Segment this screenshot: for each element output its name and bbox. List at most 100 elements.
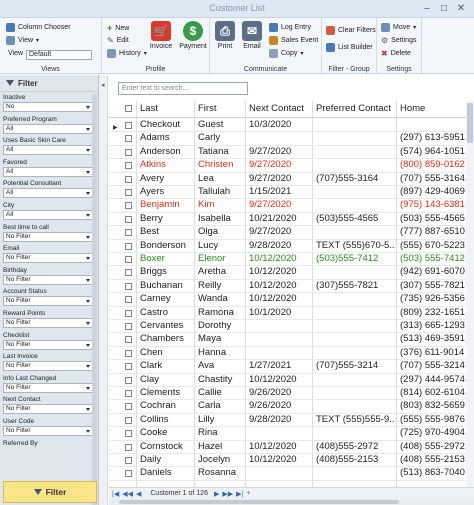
next-record-icon[interactable]: ▶	[214, 490, 219, 498]
filter-dropdown[interactable]: No Filter	[3, 361, 93, 372]
row-checkbox[interactable]	[125, 390, 132, 397]
column-header-next-contact[interactable]: Next Contact	[249, 103, 304, 114]
search-input[interactable]: Enter text to search...	[118, 82, 248, 95]
email-button[interactable]: ✉ Email	[240, 21, 264, 50]
filter-dropdown[interactable]: No Filter	[3, 425, 93, 436]
table-row[interactable]: Buchanan Reilly 10/12/2020 (307)555-7821 (30…	[109, 280, 474, 294]
filter-dropdown[interactable]: No Filter	[3, 274, 93, 285]
filter-dropdown[interactable]: No Filter	[3, 231, 93, 242]
table-row[interactable]: Bonderson Lucy 9/28/2020 TEXT (555)670-5...…	[109, 240, 474, 253]
row-checkbox[interactable]	[125, 135, 132, 143]
list-builder-button[interactable]: List Builder	[326, 43, 373, 52]
filter-dropdown[interactable]: No Filter	[3, 339, 93, 350]
invoice-button[interactable]: 🛒 Invoice	[148, 21, 174, 50]
table-row[interactable]: Daily Jocelyn 10/12/2020 (408)555-2153 (408)…	[109, 454, 474, 468]
first-record-icon[interactable]: |◀	[112, 490, 119, 498]
hscroll-thumb[interactable]	[119, 500, 399, 504]
row-checkbox[interactable]	[125, 457, 132, 464]
minimize-button[interactable]: –	[420, 2, 434, 15]
column-header-last[interactable]: Last	[140, 103, 158, 114]
filter-panel-scrollbar[interactable]	[92, 94, 97, 505]
payment-button[interactable]: $ Payment	[178, 21, 208, 50]
column-header-first[interactable]: First	[198, 103, 216, 114]
table-row[interactable]: Ayers Tallulah 1/15/2021 (897) 429-4069	[109, 186, 474, 200]
table-row[interactable]: Cochran Carla 9/26/2020 (803) 832-5659	[109, 400, 474, 414]
filter-dropdown[interactable]: No Filter	[3, 404, 93, 415]
add-record-icon[interactable]: +	[246, 490, 250, 497]
edit-button[interactable]: ✎ Edit	[107, 36, 129, 45]
clear-filters-button[interactable]: Clear Filters	[326, 26, 376, 35]
select-all-checkbox[interactable]	[125, 105, 132, 112]
next-page-icon[interactable]: ▶▶	[222, 490, 233, 498]
table-row[interactable]: Carney Wanda 10/12/2020 (735) 926-5356	[109, 293, 474, 307]
row-checkbox[interactable]	[125, 336, 132, 344]
filter-dropdown[interactable]: All	[3, 166, 93, 177]
maximize-button[interactable]: □	[437, 2, 451, 15]
prev-record-icon[interactable]: ◀	[136, 490, 141, 498]
table-row[interactable]: Berry Isabella 10/21/2020 (503)555-4565 (503…	[109, 213, 474, 227]
row-checkbox[interactable]	[125, 122, 132, 129]
row-checkbox[interactable]	[125, 202, 132, 210]
filter-dropdown[interactable]: No Filter	[3, 317, 93, 328]
table-row[interactable]: Atkins Christen 9/27/2020 (800) 859-0162	[109, 159, 474, 173]
grid-vertical-scrollbar[interactable]	[466, 101, 474, 487]
apply-filter-button[interactable]: Filter	[3, 481, 97, 503]
row-checkbox[interactable]	[125, 416, 132, 424]
table-row[interactable]: Best Olga 9/27/2020 (777) 887-6510	[109, 226, 474, 240]
copy-button[interactable]: Copy ▾	[269, 49, 303, 58]
prev-page-icon[interactable]: ◀◀	[122, 490, 133, 498]
column-chooser-button[interactable]: Column Chooser	[6, 23, 71, 32]
table-row[interactable]: Castro Ramona 10/1/2020 (809) 232-1651	[109, 307, 474, 320]
move-button[interactable]: Move ▾	[381, 23, 416, 32]
print-button[interactable]: ⎙ Print	[214, 21, 236, 50]
filter-dropdown[interactable]: All	[3, 123, 93, 134]
panel-splitter[interactable]: ◂	[99, 75, 108, 505]
row-checkbox[interactable]	[125, 349, 132, 357]
table-row[interactable]: Cornstock Hazel 10/12/2020 (408)555-2972 (40…	[109, 441, 474, 454]
table-row[interactable]: Anderson Tatiana 9/27/2020 (574) 964-1051	[109, 146, 474, 160]
table-row[interactable]: Cooke Rina (725) 970-4904	[109, 427, 474, 441]
row-checkbox[interactable]	[125, 309, 132, 317]
column-header-home[interactable]: Home	[400, 103, 425, 114]
column-header-preferred-contact[interactable]: Preferred Contact	[316, 103, 391, 114]
table-row[interactable]: Briggs Aretha 10/12/2020 (942) 691-6070	[109, 266, 474, 280]
history-button[interactable]: History ▾	[107, 49, 147, 58]
new-button[interactable]: + New	[107, 23, 129, 33]
row-checkbox[interactable]	[125, 470, 132, 478]
table-row[interactable]: Chen Hanna (376) 611-9014	[109, 347, 474, 361]
row-checkbox[interactable]	[125, 148, 132, 156]
row-checkbox[interactable]	[125, 162, 132, 170]
table-row[interactable]: Daniels Rosanna (513) 863-7040	[109, 467, 474, 481]
filter-dropdown[interactable]: No Filter	[3, 382, 93, 393]
table-row[interactable]: Cervantes Dorothy (313) 665-1293	[109, 320, 474, 334]
table-row[interactable]: Clay Chastity 10/12/2020 (297) 444-9574	[109, 374, 474, 387]
row-checkbox[interactable]	[125, 215, 132, 223]
settings-button[interactable]: ⚙ Settings	[381, 36, 416, 45]
table-row[interactable]: Boxer Elenor 10/12/2020 (503)555-7412 (503) …	[109, 253, 474, 267]
sales-event-button[interactable]: Sales Event	[269, 36, 318, 45]
table-row[interactable]: Clements Callie 9/26/2020 (814) 602-6104	[109, 387, 474, 401]
scroll-thumb[interactable]	[467, 103, 473, 143]
row-checkbox[interactable]	[125, 296, 132, 304]
grid-horizontal-scrollbar[interactable]	[109, 499, 474, 505]
view-menu-button[interactable]: View ▾	[6, 36, 39, 45]
filter-dropdown[interactable]: All	[3, 145, 93, 156]
filter-dropdown[interactable]: No Filter	[3, 296, 93, 307]
table-row[interactable]: Benjamin Kim 9/27/2020 (975) 143-6381	[109, 199, 474, 213]
last-record-icon[interactable]: ▶|	[236, 490, 243, 498]
row-checkbox[interactable]	[125, 376, 132, 384]
delete-button[interactable]: ✖ Delete	[381, 49, 411, 58]
row-checkbox[interactable]	[125, 175, 132, 183]
filter-dropdown[interactable]: All	[3, 209, 93, 220]
row-checkbox[interactable]	[125, 229, 132, 237]
row-checkbox[interactable]	[125, 256, 132, 263]
close-button[interactable]: ✕	[454, 2, 468, 15]
table-row[interactable]: Avery Lea 9/27/2020 (707)555-3164 (707) 555-…	[109, 173, 474, 186]
row-checkbox[interactable]	[125, 323, 132, 330]
table-row[interactable]: Clark Ava 1/27/2021 (707)555-3214 (707) 555-…	[109, 360, 474, 374]
view-selector[interactable]: Default	[26, 50, 92, 60]
log-entry-button[interactable]: Log Entry	[269, 23, 311, 32]
filter-dropdown[interactable]: All	[3, 188, 93, 199]
table-row[interactable]: Adams Carly (297) 613-5951	[109, 132, 474, 146]
table-row[interactable]: Collins Lilly 9/28/2020 TEXT (555)555-9... (…	[109, 414, 474, 428]
